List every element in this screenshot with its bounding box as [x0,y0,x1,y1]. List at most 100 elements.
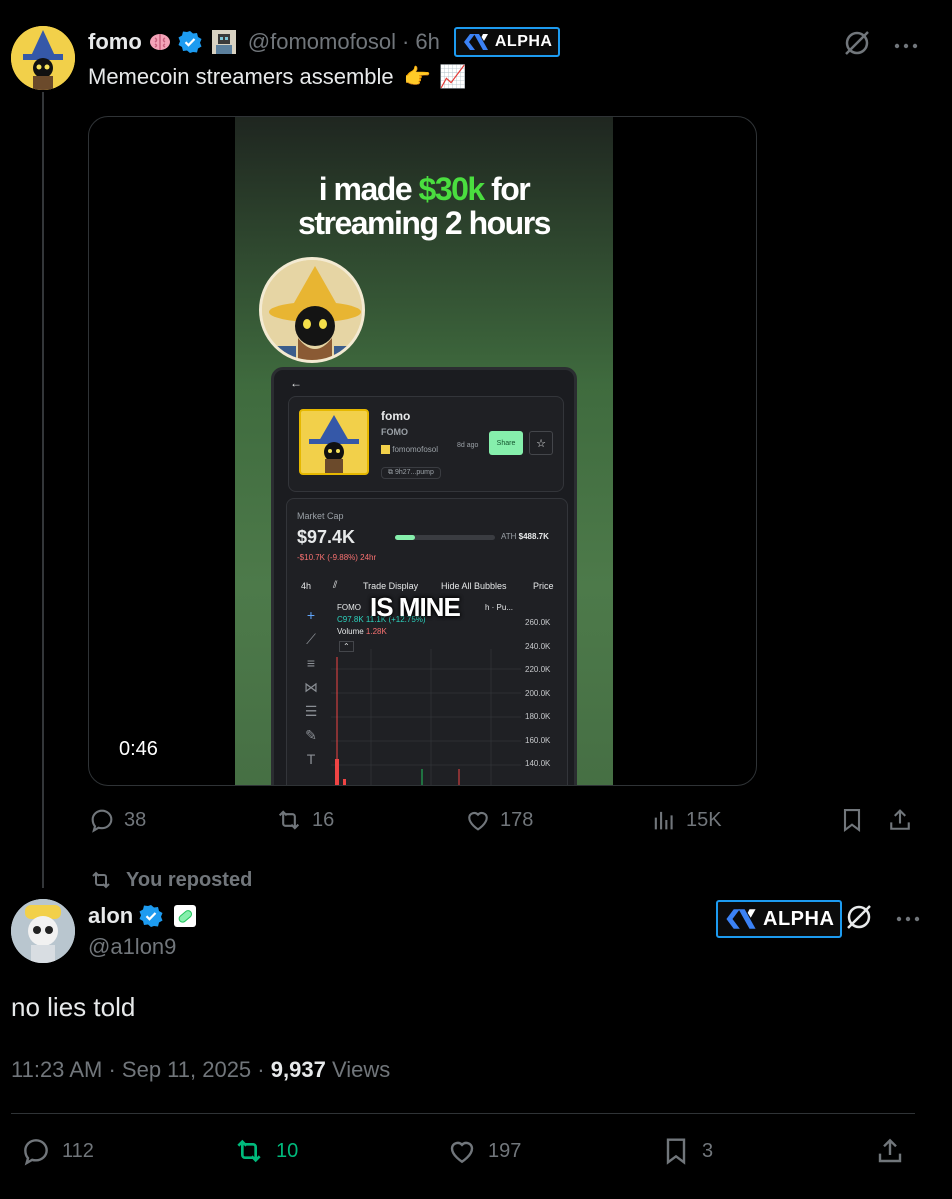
price-tick: 160.0K [525,735,551,745]
video-frame[interactable]: i made $30k for streaming 2 hours ← fomo… [235,117,613,785]
reply-button[interactable]: 38 [88,806,146,834]
token-image [299,409,369,475]
bookmark-button[interactable] [838,806,866,834]
avatar-fomo[interactable] [11,26,75,90]
reply-count: 112 [62,1139,94,1162]
trade-display-tab[interactable]: Trade Display [363,581,418,591]
token-ticker: FOMO [381,427,408,437]
brush-icon[interactable]: ✎ [301,723,321,747]
views-count: 15K [686,808,722,831]
share-button[interactable] [874,1135,906,1167]
quoted-post-actions: 38 16 178 15K [88,806,918,838]
share-button[interactable] [886,806,914,834]
timeframe-tab[interactable]: 4h [301,581,311,591]
thread-connector-line [42,92,44,888]
share-icon [878,1138,902,1163]
bookmark-icon [843,809,861,833]
like-button[interactable]: 197 [446,1135,521,1167]
author-name[interactable]: alon [88,903,133,929]
author-handle[interactable]: @fomomofosol [248,29,396,55]
alpha-badge-label: ALPHA [494,33,553,50]
views-button[interactable]: 15K [650,806,722,834]
heart-icon [450,1141,474,1164]
repost-icon [278,810,300,830]
repost-indicator-icon [92,871,110,889]
price-tab[interactable]: Price [533,581,554,591]
author-handle[interactable]: @a1lon9 [88,934,176,960]
ohlc-source: h · Pu... [485,603,514,612]
post-top-actions [842,28,918,63]
avatar-alon[interactable] [11,899,75,963]
brain-icon [148,30,172,54]
market-cap-card: Market Cap $97.4K ATH $488.7K -$10.7K (-… [286,498,568,785]
hide-bubbles-tab[interactable]: Hide All Bubbles [441,581,507,591]
price-tick: 140.0K [525,759,551,768]
chart-increasing-emoji: 📈 [439,64,467,89]
crosshair-icon[interactable]: + [301,603,321,627]
contract-chip[interactable]: ⧉ 9h27...pump [381,467,441,479]
price-tick: 220.0K [525,665,551,674]
lines-icon[interactable]: ≡ [301,651,321,675]
pill-icon [173,904,197,928]
views-count: 9,937 [270,1057,326,1082]
video-headline-line2: streaming 2 hours [298,205,551,241]
verified-badge-icon [139,904,163,928]
pattern-icon[interactable]: ⋈ [301,675,321,699]
drawing-tools: + ⟋ ≡ ⋈ ☰ ✎ T [301,603,321,771]
reply-icon [24,1139,48,1166]
post-metadata: 11:23 AM · Sep 11, 2025 · 9,937 Views [11,1057,391,1082]
quoted-post-text: Memecoin streamers assemble [88,64,394,89]
price-tick: 260.0K [525,618,551,627]
post-time[interactable]: 11:23 AM [11,1057,102,1082]
fib-icon[interactable]: ☰ [301,699,321,723]
like-button[interactable]: 178 [464,806,533,834]
grok-icon[interactable] [844,902,874,937]
ath-progress-bar [395,535,495,540]
streamer-avatar [259,257,365,363]
token-name: fomo [381,409,411,423]
market-cap-change: -$10.7K (-9.88%) 24hr [297,553,377,562]
main-post-text: no lies told [11,992,136,1022]
trendline-icon[interactable]: ⟋ [301,627,321,651]
main-post-top-actions: ALPHA [716,900,920,938]
divider [11,1113,915,1114]
alpha-badge-label: ALPHA [763,907,835,930]
price-tick: 180.0K [525,712,551,721]
bookmark-icon [666,1138,686,1165]
views-icon [654,811,673,830]
favorite-star-icon[interactable]: ☆ [529,431,553,455]
back-arrow-icon: ← [290,376,302,390]
phone-screen: ← fomo FOMO fomomofosol 8d ago ⧉ 9h27...… [271,367,577,785]
repost-indicator: You reposted [88,868,252,892]
repost-indicator-label[interactable]: You reposted [126,869,252,892]
quoted-post-header: fomo @fomomofosol · 6h ALPHA [88,27,561,57]
repost-icon [237,1139,261,1163]
alpha-badge[interactable]: ALPHA [716,900,843,938]
more-options-icon[interactable] [896,910,920,928]
video-duration: 0:46 [109,736,168,763]
market-cap-value: $97.4K [297,527,356,547]
reply-icon [91,809,113,833]
price-tick: 240.0K [525,641,551,651]
candle-icon[interactable]: ⫽ [333,580,337,591]
like-count: 178 [500,808,534,831]
pointing-hand-emoji: 👉 [403,64,432,89]
post-date[interactable]: Sep 11, 2025 [122,1057,251,1082]
repost-button[interactable]: 16 [274,806,334,834]
repost-count: 10 [276,1139,299,1162]
post-time[interactable]: 6h [415,29,439,55]
more-options-icon[interactable] [894,37,918,55]
bookmark-button[interactable]: 3 [660,1135,713,1167]
alpha-badge[interactable]: ALPHA [453,27,561,57]
grok-icon[interactable] [842,28,872,63]
separator-dot: · [402,29,410,54]
author-name[interactable]: fomo [88,29,142,55]
share-button[interactable]: Share [489,431,523,455]
main-post-header: alon [88,901,197,931]
price-axis: 260.0K 240.0K 220.0K 200.0K 180.0K 160.0… [525,611,550,776]
share-icon [890,809,910,830]
repost-button-active[interactable]: 10 [232,1135,298,1167]
text-tool-icon[interactable]: T [301,747,321,771]
reply-button[interactable]: 112 [20,1135,94,1167]
video-player[interactable]: i made $30k for streaming 2 hours ← fomo… [88,116,757,786]
